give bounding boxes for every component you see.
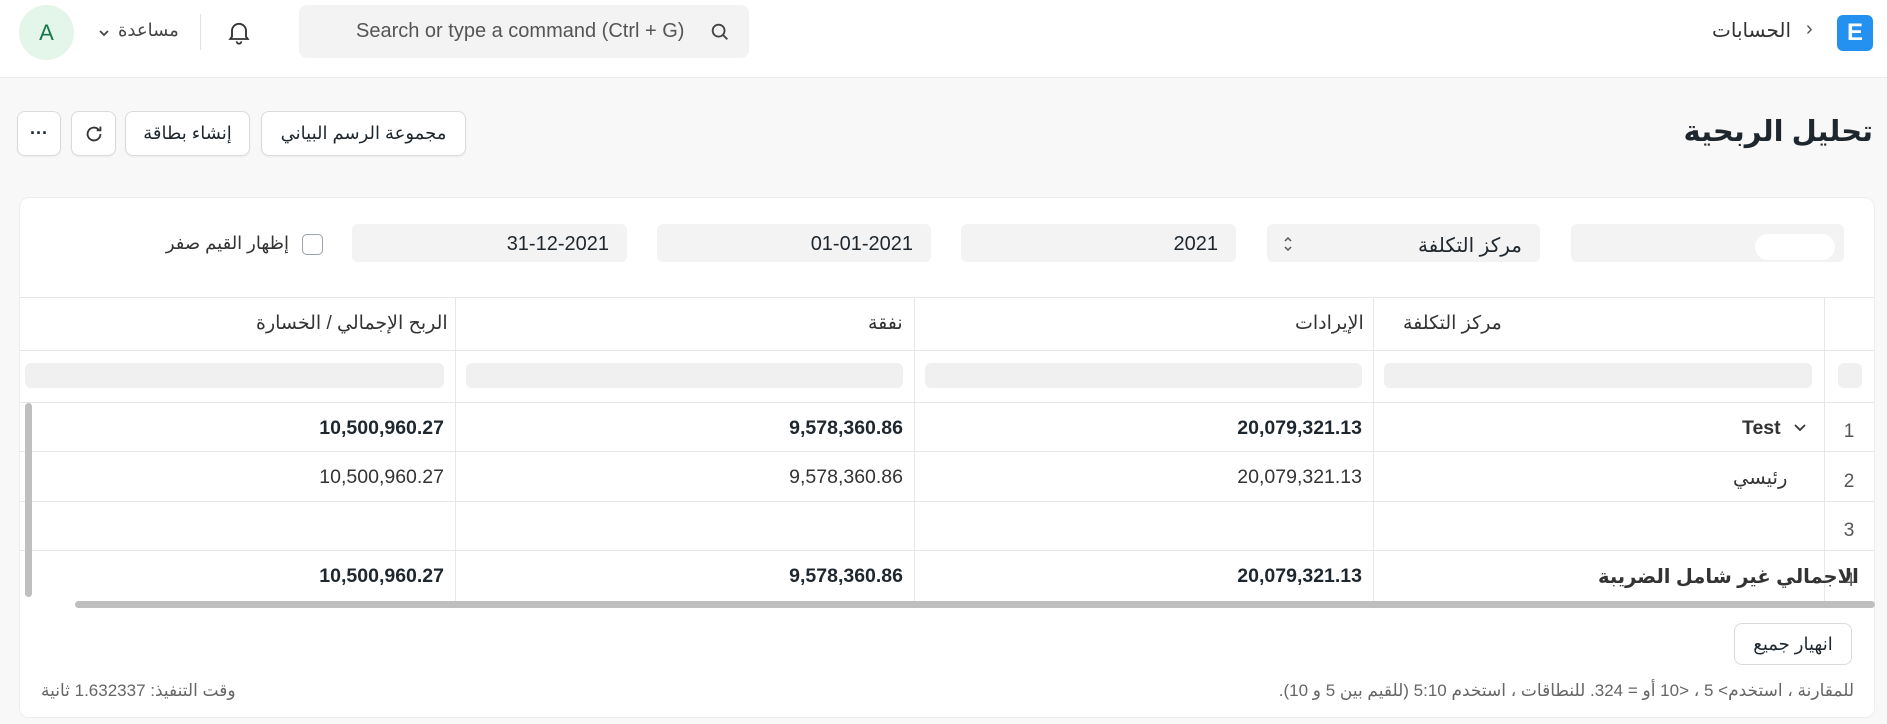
filter-hint-text: للمقارنة ، استخدم> 5 ، <10 أو = 324. للن…	[1278, 681, 1854, 700]
fiscal-year-value: 2021	[1173, 233, 1219, 255]
from-date-filter[interactable]: 01-01-2021	[657, 224, 931, 262]
notification-bell-icon[interactable]	[225, 18, 253, 46]
row-number: 3	[1843, 520, 1855, 541]
page-title: تحليل الربحية	[1683, 116, 1874, 148]
income-filter-input[interactable]	[925, 363, 1362, 388]
navbar: E › الحسابات Search or type a command (C…	[0, 0, 1887, 78]
income-cell: 20,079,321.13	[1237, 417, 1362, 439]
search-input[interactable]: Search or type a command (Ctrl + G)	[356, 20, 684, 43]
more-options-button[interactable]: ···	[17, 111, 61, 156]
profit-filter-input[interactable]	[25, 363, 444, 388]
column-header-income[interactable]: الإيرادات	[1295, 312, 1364, 335]
chevron-down-icon[interactable]	[98, 28, 110, 38]
table-column-border	[914, 297, 915, 601]
refresh-icon	[86, 126, 101, 141]
table-column-border	[455, 297, 456, 601]
collapse-all-button[interactable]: انهيار جميع	[1734, 623, 1852, 665]
cost-center-cell[interactable]: رئيسي	[1733, 466, 1787, 490]
profit-cell: 10,500,960.27	[319, 565, 444, 587]
table-header-bottom-border	[20, 350, 1874, 351]
chevron-down-icon[interactable]	[1793, 422, 1807, 434]
cost-center-cell[interactable]: Test	[1742, 417, 1781, 440]
table-row-border	[20, 451, 1874, 452]
from-date-value: 01-01-2021	[810, 233, 913, 255]
avatar[interactable]: A	[19, 5, 74, 60]
row-number: 2	[1843, 471, 1855, 492]
income-cell: 20,079,321.13	[1237, 565, 1362, 587]
table-header-top-border	[20, 297, 1874, 298]
company-filter-value	[1755, 234, 1835, 260]
horizontal-scrollbar[interactable]	[75, 601, 1875, 608]
create-card-button[interactable]: إنشاء بطاقة	[125, 111, 250, 156]
profit-cell: 10,500,960.27	[319, 466, 444, 488]
execution-time-text: وقت التنفيذ: 1.632337 ثانية	[41, 681, 236, 700]
column-header-profit[interactable]: الربح الإجمالي / الخسارة	[256, 312, 448, 335]
expense-cell: 9,578,360.86	[789, 417, 903, 439]
help-dropdown[interactable]: مساعدة	[118, 20, 179, 41]
expense-cell: 9,578,360.86	[789, 565, 903, 587]
column-header-cost-center[interactable]: مركز التكلفة	[1403, 312, 1502, 335]
expense-cell: 9,578,360.86	[789, 466, 903, 488]
breadcrumb-separator-icon: ›	[1806, 18, 1813, 40]
select-arrows-icon	[1284, 236, 1292, 252]
cost-center-filter-input[interactable]	[1384, 363, 1812, 388]
table-column-border	[1373, 297, 1374, 601]
table-filter-row-border	[20, 402, 1874, 403]
fiscal-year-filter[interactable]: 2021	[961, 224, 1236, 262]
table-row-border	[20, 550, 1874, 551]
breadcrumb-accounts[interactable]: الحسابات	[1712, 18, 1791, 43]
vertical-scrollbar[interactable]	[25, 403, 32, 597]
to-date-value: 31-12-2021	[506, 233, 609, 255]
show-zero-checkbox[interactable]	[302, 234, 323, 255]
cost-center-cell[interactable]: الاجمالي غير شامل الضريبة	[1598, 565, 1859, 589]
row-number: 1	[1843, 421, 1855, 442]
navbar-divider	[200, 14, 201, 50]
based-on-value: مركز التكلفة	[1417, 235, 1522, 257]
report-card	[19, 197, 1875, 718]
show-zero-label: إظهار القيم صفر	[165, 233, 289, 253]
search-icon	[711, 23, 728, 40]
income-cell: 20,079,321.13	[1237, 466, 1362, 488]
table-column-border	[1824, 297, 1825, 601]
app-logo[interactable]: E	[1837, 15, 1873, 51]
refresh-button[interactable]	[71, 111, 116, 156]
row-filter-input[interactable]	[1838, 363, 1862, 388]
to-date-filter[interactable]: 31-12-2021	[352, 224, 627, 262]
based-on-select[interactable]: مركز التكلفة	[1267, 224, 1540, 262]
column-header-expense[interactable]: نفقة	[868, 312, 903, 335]
chart-group-button[interactable]: مجموعة الرسم البياني	[261, 111, 466, 156]
expense-filter-input[interactable]	[466, 363, 903, 388]
table-row-border	[20, 501, 1874, 502]
profit-cell: 10,500,960.27	[319, 417, 444, 439]
